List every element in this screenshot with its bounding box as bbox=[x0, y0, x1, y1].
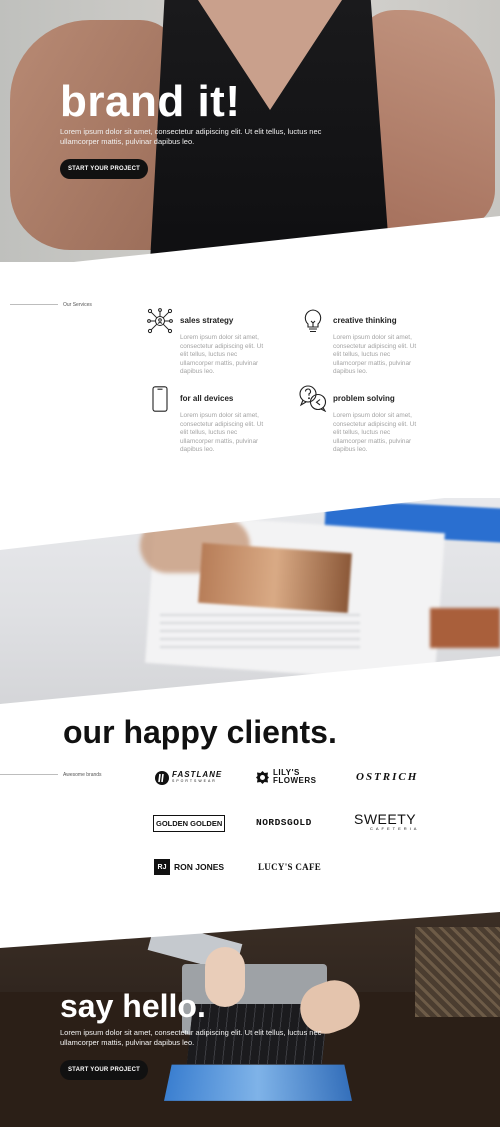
footer-text: Lorem ipsum dolor sit amet, consectetur … bbox=[60, 1028, 322, 1047]
section-label-line bbox=[10, 304, 58, 305]
brand-name: RON JONES bbox=[174, 862, 225, 872]
service-title: sales strategy bbox=[180, 316, 234, 325]
service-description: Lorem ipsum dolor sit amet, consectetur … bbox=[333, 334, 417, 376]
service-description: Lorem ipsum dolor sit amet, consectetur … bbox=[180, 334, 264, 376]
flower-icon bbox=[256, 770, 269, 784]
brand-logo-nordsgold: NORDSGOLD bbox=[256, 816, 312, 828]
brand-logo-lilys-flowers: LILY'S FLOWERS bbox=[255, 767, 323, 787]
brand-name: GOLDEN GOLDEN bbox=[154, 819, 225, 828]
lightbulb-icon bbox=[304, 309, 322, 333]
brand-logo-ron-jones: RJ RON JONES bbox=[154, 858, 224, 876]
hero-text: Lorem ipsum dolor sit amet, consectetur … bbox=[60, 127, 322, 146]
brand-name: FASTLANE bbox=[172, 770, 223, 779]
fastlane-mark-icon bbox=[155, 771, 169, 785]
network-icon bbox=[147, 308, 173, 334]
brand-name: LILY'S FLOWERS bbox=[273, 768, 317, 785]
chat-question-icon bbox=[299, 385, 327, 412]
hero-title: brand it! bbox=[60, 77, 241, 126]
brand-logo-sweety: SWEETY CAFETERIA bbox=[354, 812, 434, 834]
service-title: for all devices bbox=[180, 394, 234, 403]
smartphone-icon bbox=[152, 386, 168, 412]
services-label: Our Services bbox=[63, 302, 92, 308]
service-title: creative thinking bbox=[333, 316, 397, 325]
ron-jones-monogram: RJ bbox=[154, 859, 170, 875]
start-project-button[interactable]: START YOUR PROJECT bbox=[60, 159, 148, 179]
brand-logo-ostrich: OSTRICH bbox=[356, 771, 419, 783]
brand-subtitle: CAFETERIA bbox=[370, 826, 420, 831]
service-description: Lorem ipsum dolor sit amet, consectetur … bbox=[180, 412, 264, 454]
section-label-line bbox=[0, 774, 58, 775]
service-description: Lorem ipsum dolor sit amet, consectetur … bbox=[333, 412, 417, 454]
brand-name: SWEETY bbox=[354, 811, 417, 827]
brand-logo-golden: GOLDEN GOLDEN bbox=[153, 815, 226, 832]
start-project-button[interactable]: START YOUR PROJECT bbox=[60, 1060, 148, 1080]
brand-logo-fastlane: FASTLANE SPORTSWEAR bbox=[155, 768, 222, 788]
brand-subtitle: SPORTSWEAR bbox=[172, 779, 217, 783]
brands-label: Awesome brands bbox=[63, 772, 102, 778]
service-title: problem solving bbox=[333, 394, 395, 403]
clients-title: our happy clients. bbox=[63, 714, 337, 750]
footer-title: say hello. bbox=[60, 988, 206, 1024]
brand-logo-lucys-cafe: LUCY'S CAFE bbox=[258, 862, 322, 872]
